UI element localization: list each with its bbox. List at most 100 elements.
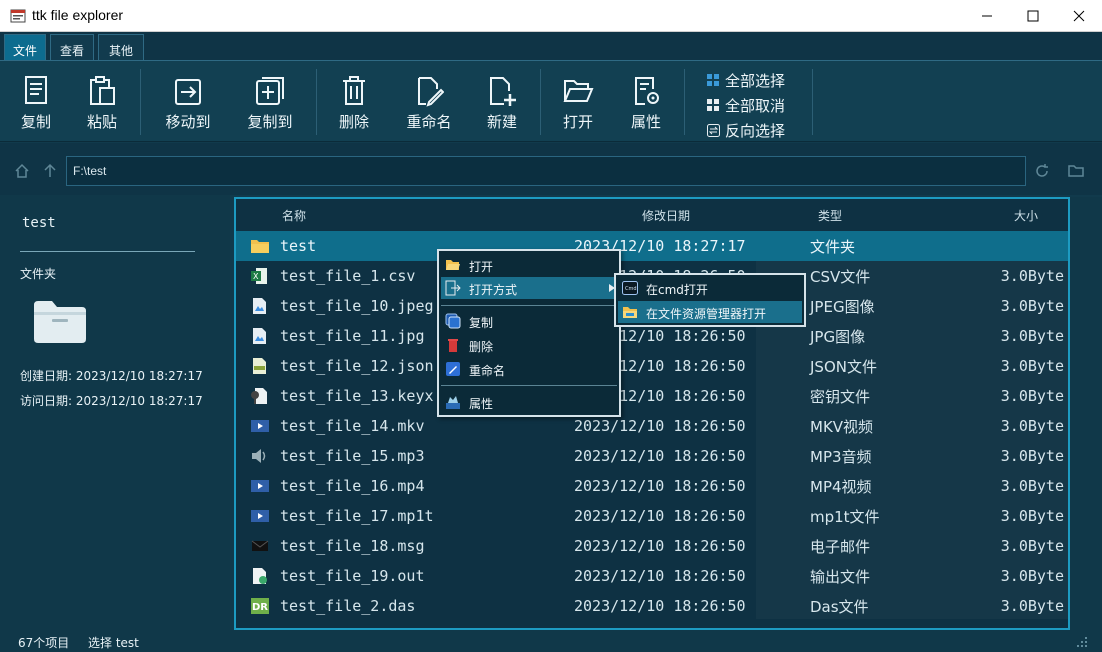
context-rename-label: 重命名 bbox=[469, 364, 506, 378]
move-to-label: 移动到 bbox=[165, 113, 211, 131]
paste-button[interactable]: 粘贴 bbox=[78, 75, 126, 132]
context-open-with[interactable]: 打开方式 bbox=[441, 277, 617, 299]
table-row[interactable]: test 2023/12/10 18:27:17 文件夹 bbox=[236, 231, 1068, 261]
file-name: test_file_11.jpg bbox=[280, 327, 425, 345]
file-name: test_file_15.mp3 bbox=[280, 447, 425, 465]
copy-to-button[interactable]: 复制到 bbox=[240, 75, 300, 132]
context-open[interactable]: 打开 bbox=[441, 254, 617, 276]
tab-view[interactable]: 查看 bbox=[50, 34, 94, 62]
table-row[interactable]: test_file_19.out 2023/12/10 18:26:50 输出文件 3… bbox=[236, 561, 1068, 591]
rename-icon bbox=[446, 362, 460, 376]
file-name: test_file_10.jpeg bbox=[280, 297, 434, 315]
table-row[interactable]: test_file_12.json 2023/12/10 18:26:50 JSON… bbox=[236, 351, 1068, 381]
copy-to-label: 复制到 bbox=[247, 113, 293, 131]
paste-label: 粘贴 bbox=[86, 113, 117, 131]
ribbon-toolbar: 复制 粘贴 移动到 复制到 删除 重命名 新建 打开 属性 全部选择 全部取消 … bbox=[0, 60, 1102, 142]
ribbon-divider bbox=[140, 69, 141, 135]
tab-file[interactable]: 文件 bbox=[4, 34, 46, 62]
properties-label: 属性 bbox=[630, 113, 661, 131]
tab-other[interactable]: 其他 bbox=[98, 34, 144, 62]
file-type: 文件夹 bbox=[810, 238, 856, 256]
context-copy-label: 复制 bbox=[469, 316, 494, 330]
close-button[interactable] bbox=[1056, 0, 1102, 32]
mail-file-icon bbox=[250, 537, 270, 555]
file-modified-date: 2023/12/10 18:26:50 bbox=[574, 477, 746, 495]
context-properties-label: 属性 bbox=[469, 397, 494, 411]
file-name: test_file_1.csv bbox=[280, 267, 416, 285]
file-type: MP3音频 bbox=[810, 448, 872, 466]
table-row[interactable]: test_file_17.mp1t 2023/12/10 18:26:50 mp1t… bbox=[236, 501, 1068, 531]
scrollbar-area bbox=[1070, 197, 1102, 630]
svg-text:X: X bbox=[253, 272, 259, 281]
minimize-icon bbox=[982, 15, 992, 17]
column-header-name[interactable]: 名称 bbox=[282, 207, 306, 224]
path-input[interactable]: F:\test bbox=[66, 156, 1026, 186]
invert-selection-button[interactable]: 反向选择 bbox=[707, 120, 785, 141]
file-name: test_file_2.das bbox=[280, 597, 416, 615]
open-label: 打开 bbox=[562, 113, 593, 131]
table-row[interactable]: test_file_15.mp3 2023/12/10 18:26:50 MP3音频… bbox=[236, 441, 1068, 471]
accessed-date: 访问日期: 2023/12/10 18:27:17 bbox=[20, 394, 203, 408]
rename-label: 重命名 bbox=[406, 113, 452, 131]
copy-button[interactable]: 复制 bbox=[12, 75, 60, 132]
table-row[interactable]: test_file_14.mkv 2023/12/10 18:26:50 MKV视频… bbox=[236, 411, 1068, 441]
deselect-all-button[interactable]: 全部取消 bbox=[707, 95, 785, 116]
table-row[interactable]: test_file_18.msg 2023/12/10 18:26:50 电子邮件 3… bbox=[236, 531, 1068, 561]
delete-button[interactable]: 删除 bbox=[332, 75, 376, 132]
column-header-type[interactable]: 类型 bbox=[818, 207, 842, 224]
properties-icon bbox=[635, 77, 659, 105]
context-delete[interactable]: 删除 bbox=[441, 334, 617, 356]
deselect-all-label: 全部取消 bbox=[725, 97, 786, 115]
table-row[interactable]: test_file_13.keyx 2023/12/10 18:26:50 密钥文件… bbox=[236, 381, 1068, 411]
open-with-submenu: Cmd 在cmd打开 在文件资源管理器打开 bbox=[614, 273, 806, 327]
column-header-modified[interactable]: 修改日期 bbox=[642, 207, 690, 224]
context-copy[interactable]: 复制 bbox=[441, 310, 617, 332]
file-type: 密钥文件 bbox=[810, 388, 871, 406]
submenu-open-in-cmd[interactable]: Cmd 在cmd打开 bbox=[618, 277, 802, 299]
minimize-button[interactable] bbox=[964, 0, 1010, 32]
video-file-icon bbox=[250, 477, 270, 495]
file-size: 3.0Byte bbox=[1000, 537, 1064, 555]
file-modified-date: 2023/12/10 18:26:50 bbox=[574, 537, 746, 555]
file-modified-date: 2023/12/10 18:26:50 bbox=[574, 567, 746, 585]
resize-grip-icon[interactable] bbox=[1076, 636, 1088, 648]
file-type: CSV文件 bbox=[810, 268, 871, 286]
file-name: test_file_18.msg bbox=[280, 537, 425, 555]
trash-icon bbox=[343, 76, 365, 105]
home-icon[interactable] bbox=[14, 163, 30, 179]
table-row[interactable]: DR test_file_2.das 2023/12/10 18:26:50 Das文… bbox=[236, 591, 1068, 621]
file-name: test_file_12.json bbox=[280, 357, 434, 375]
maximize-button[interactable] bbox=[1010, 0, 1056, 32]
submenu-open-in-explorer[interactable]: 在文件资源管理器打开 bbox=[618, 301, 802, 323]
context-properties[interactable]: 属性 bbox=[441, 391, 617, 413]
file-type: 输出文件 bbox=[810, 568, 871, 586]
table-row[interactable]: test_file_16.mp4 2023/12/10 18:26:50 MP4视频… bbox=[236, 471, 1068, 501]
column-header-size[interactable]: 大小 bbox=[1014, 207, 1038, 224]
svg-text:Cmd: Cmd bbox=[625, 286, 637, 292]
window-title: ttk file explorer bbox=[32, 7, 124, 23]
context-rename[interactable]: 重命名 bbox=[441, 358, 617, 380]
copy-icon bbox=[25, 76, 47, 104]
move-to-button[interactable]: 移动到 bbox=[158, 75, 218, 132]
rename-icon bbox=[418, 77, 444, 107]
file-size: 3.0Byte bbox=[1000, 357, 1064, 375]
selected-item-name: test bbox=[22, 215, 56, 231]
context-menu: 打开 打开方式 复制 删除 重命名 属性 bbox=[437, 249, 621, 417]
large-folder-icon bbox=[34, 301, 86, 343]
open-button[interactable]: 打开 bbox=[556, 75, 600, 132]
title-bar: ttk file explorer bbox=[0, 0, 1102, 32]
properties-button[interactable]: 属性 bbox=[624, 75, 668, 132]
up-arrow-icon[interactable] bbox=[42, 163, 58, 179]
paste-icon bbox=[90, 76, 115, 105]
select-all-button[interactable]: 全部选择 bbox=[707, 70, 785, 91]
svg-text:DR: DR bbox=[252, 602, 268, 613]
folder-icon[interactable] bbox=[1068, 163, 1084, 179]
das-file-icon: DR bbox=[250, 597, 270, 615]
new-button[interactable]: 新建 bbox=[480, 75, 524, 132]
image-file-icon bbox=[250, 297, 270, 315]
rename-button[interactable]: 重命名 bbox=[400, 75, 458, 132]
ribbon-divider bbox=[540, 69, 541, 135]
file-type: JPEG图像 bbox=[810, 298, 875, 316]
video-file-icon bbox=[250, 417, 270, 435]
refresh-icon[interactable] bbox=[1034, 163, 1050, 179]
